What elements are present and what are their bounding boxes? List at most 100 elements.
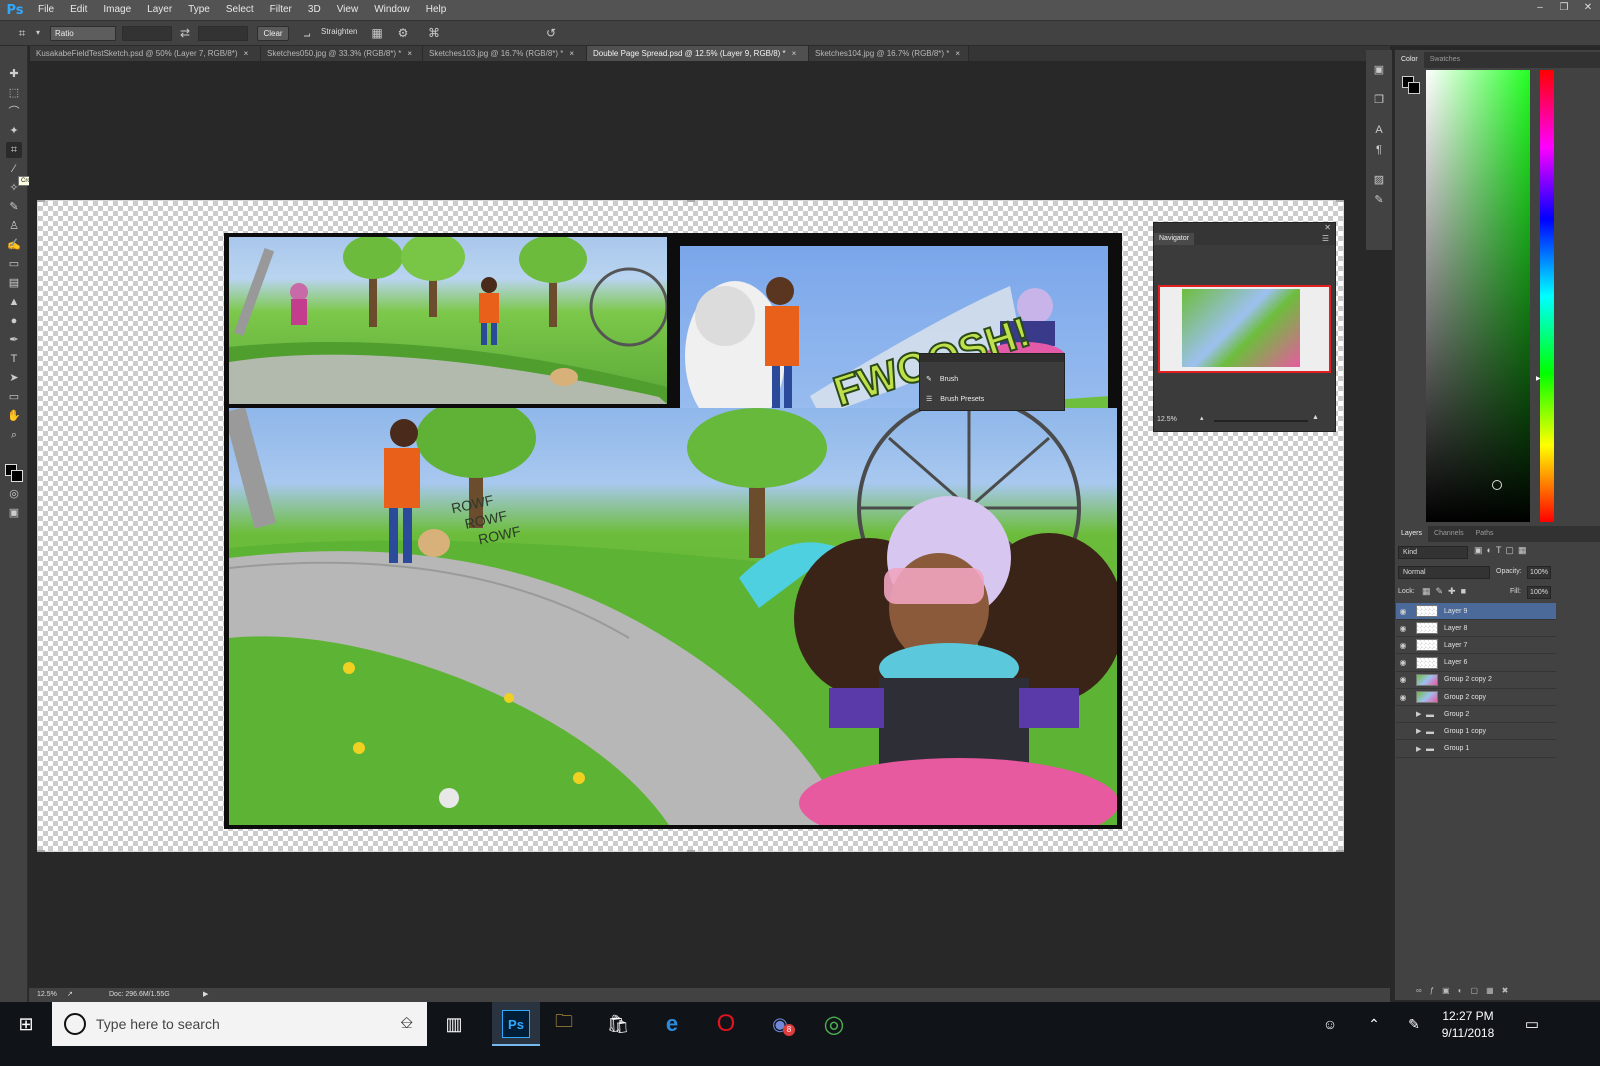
file-explorer-icon[interactable]: 🗀 <box>550 1010 578 1038</box>
hue-slider-marker[interactable]: ▶ <box>1536 375 1541 382</box>
zoom-out-icon[interactable]: ▴ <box>1200 414 1204 422</box>
layer-row[interactable]: ◉ Layer 7 <box>1396 637 1556 655</box>
taskbar-clock[interactable]: 12:27 PM 9/11/2018 <box>1430 1008 1506 1044</box>
tab-color[interactable]: Color <box>1395 52 1424 68</box>
pen-workspace-icon[interactable]: ✎ <box>1400 1010 1428 1038</box>
layer-row[interactable]: ◉ Layer 8 <box>1396 620 1556 638</box>
crop-handle[interactable] <box>1336 200 1344 202</box>
layer-row[interactable]: ▶ ▬ Group 1 copy <box>1396 723 1556 741</box>
pen-tool-icon[interactable]: ✒ <box>6 332 22 348</box>
delete-cropped-icon[interactable]: ⌘ <box>426 25 442 41</box>
status-menu-arrow-icon[interactable]: ▶ <box>203 988 208 1002</box>
character-panel-icon[interactable]: A <box>1371 122 1387 138</box>
close-icon[interactable]: × <box>569 46 574 61</box>
microsoft-store-icon[interactable]: 🛍 <box>604 1010 632 1038</box>
rectangle-tool-icon[interactable]: ▭ <box>6 389 22 405</box>
zoom-in-icon[interactable]: ▲ <box>1312 414 1319 421</box>
ratio-width-input[interactable] <box>122 26 172 41</box>
menu-view[interactable]: View <box>329 0 367 20</box>
type-tool-icon[interactable]: T <box>6 351 22 367</box>
tab-swatches[interactable]: Swatches <box>1424 52 1466 68</box>
screen-mode-icon[interactable]: ▣ <box>6 505 22 521</box>
opera-browser-icon[interactable]: O <box>712 1010 740 1038</box>
close-icon[interactable]: × <box>792 46 797 61</box>
menu-filter[interactable]: Filter <box>262 0 300 20</box>
straighten-icon[interactable]: ⨼ <box>299 25 315 41</box>
brush-presets-panel-item[interactable]: ☰ Brush Presets <box>926 392 984 408</box>
hue-slider[interactable]: ▶ <box>1536 70 1554 522</box>
clone-source-icon[interactable]: ❐ <box>1371 92 1387 108</box>
taskbar-search-box[interactable]: Type here to search ⎒ <box>52 1002 427 1046</box>
restore-icon[interactable]: ❐ <box>1552 0 1576 14</box>
hand-tool-icon[interactable]: ✋ <box>6 408 22 424</box>
layer-row[interactable]: ◉ Layer 6 <box>1396 655 1556 672</box>
expand-arrow-icon[interactable]: ▶ <box>1416 727 1426 735</box>
tab-document[interactable]: KusakabeFieldTestSketch.psd @ 50% (Layer… <box>30 46 261 61</box>
crop-tool-icon[interactable]: ⌗ <box>6 142 22 158</box>
show-hidden-icons-chevron-icon[interactable]: ⌃ <box>1360 1010 1388 1038</box>
microphone-icon[interactable]: ⎒ <box>400 1015 413 1033</box>
path-selection-tool-icon[interactable]: ➤ <box>6 370 22 386</box>
reset-icon[interactable]: ↺ <box>543 25 559 41</box>
panel-header[interactable] <box>920 354 1064 362</box>
clone-stamp-tool-icon[interactable]: ♙ <box>6 218 22 234</box>
fill-input[interactable]: 100% <box>1527 586 1551 599</box>
blend-mode-select[interactable]: Normal <box>1398 566 1490 579</box>
marquee-tool-icon[interactable]: ⬚ <box>6 85 22 101</box>
minimize-icon[interactable]: – <box>1528 0 1552 14</box>
expand-arrow-icon[interactable]: ▶ <box>1416 745 1426 753</box>
brush-panel-icon[interactable]: ✎ <box>1371 192 1387 208</box>
tool-presets-icon[interactable]: ▨ <box>1371 172 1387 188</box>
background-color-swatch[interactable] <box>1408 82 1420 94</box>
layer-filter-icons[interactable]: ▣◐T▢▦ <box>1474 545 1560 559</box>
quick-mask-icon[interactable]: ◎ <box>6 486 22 502</box>
menu-file[interactable]: File <box>30 0 62 20</box>
opacity-input[interactable]: 100% <box>1527 566 1551 579</box>
move-tool-icon[interactable]: ✚ <box>6 66 22 82</box>
ratio-height-input[interactable] <box>198 26 248 41</box>
panel-menu-icon[interactable]: ☰ <box>1322 234 1329 243</box>
brush-tool-icon[interactable]: ✎ <box>6 199 22 215</box>
gear-icon[interactable]: ⚙ <box>395 25 411 41</box>
people-icon[interactable]: ☺ <box>1316 1010 1344 1038</box>
eye-icon[interactable]: ◉ <box>1396 641 1410 650</box>
eye-icon[interactable]: ◉ <box>1396 607 1410 616</box>
menu-layer[interactable]: Layer <box>139 0 180 20</box>
eyedropper-tool-icon[interactable]: ∕ <box>6 161 22 177</box>
straighten-label[interactable]: Straighten <box>321 27 357 36</box>
close-icon[interactable]: × <box>955 46 960 61</box>
dodge-tool-icon[interactable]: ● <box>6 313 22 329</box>
layer-row[interactable]: ◉ Group 2 copy <box>1396 689 1556 706</box>
crop-handle[interactable] <box>37 850 45 852</box>
lasso-tool-icon[interactable]: ⌒ <box>6 104 22 120</box>
gradient-tool-icon[interactable]: ▤ <box>6 275 22 291</box>
color-picker-cursor[interactable] <box>1492 480 1502 490</box>
status-zoom[interactable]: 12.5% <box>37 988 57 1002</box>
expand-arrow-icon[interactable]: ▶ <box>1416 710 1426 718</box>
navigator-tab[interactable]: Navigator <box>1154 233 1194 245</box>
crop-handle[interactable] <box>687 200 695 202</box>
crop-icon[interactable]: ⌗ <box>14 25 30 41</box>
chrome-browser-icon[interactable]: ◎ <box>820 1010 848 1038</box>
grid-overlay-icon[interactable]: ▦ <box>369 25 385 41</box>
crop-handle[interactable] <box>687 850 695 852</box>
menu-3d[interactable]: 3D <box>300 0 329 20</box>
color-picker-field[interactable] <box>1426 70 1530 522</box>
swap-icon[interactable]: ⇄ <box>177 25 193 41</box>
comic-artwork[interactable]: FWOOSH! ROWF ROWF ROWF <box>224 233 1122 829</box>
crop-handle[interactable] <box>37 200 45 202</box>
clear-button[interactable]: Clear <box>257 26 289 41</box>
layers-footer-icons[interactable]: ∞ƒ▣◐▢▦✖ <box>1416 986 1566 998</box>
tab-document[interactable]: Sketches050.jpg @ 33.3% (RGB/8*) * × <box>261 46 423 61</box>
task-view-icon[interactable]: ▥ <box>440 1010 468 1038</box>
tab-layers[interactable]: Layers <box>1395 526 1429 542</box>
brush-panel-item[interactable]: ✎ Brush <box>926 372 958 388</box>
tab-document[interactable]: Sketches103.jpg @ 16.7% (RGB/8*) * × <box>423 46 587 61</box>
tab-document[interactable]: Sketches104.jpg @ 16.7% (RGB/8*) * × <box>809 46 969 61</box>
navigator-preview[interactable] <box>1158 285 1331 373</box>
lock-icons[interactable]: ▦✎✚■ <box>1422 586 1471 597</box>
edge-browser-icon[interactable]: e <box>658 1010 686 1038</box>
ratio-select[interactable]: Ratio <box>50 26 116 41</box>
magic-wand-tool-icon[interactable]: ✦ <box>6 123 22 139</box>
close-icon[interactable]: ✕ <box>1324 223 1331 232</box>
